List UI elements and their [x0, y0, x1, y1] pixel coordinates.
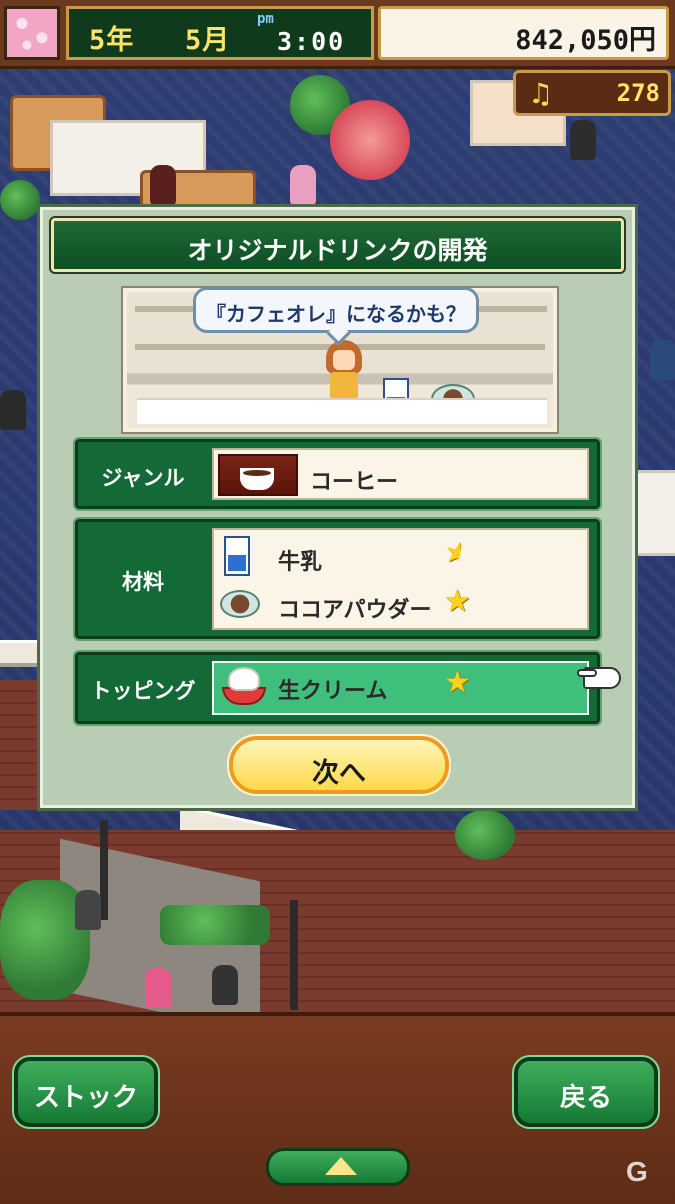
- year-label: 5年: [89, 25, 135, 56]
- potted-plant: [0, 180, 40, 220]
- money-display: 842,050円: [378, 6, 669, 60]
- ingredients-row[interactable]: 材料 牛乳 ★ ココアパウダー ★: [73, 517, 602, 641]
- cocoa-powder-icon: [220, 590, 260, 618]
- stock-button-label: ストック: [33, 1083, 138, 1113]
- ingredient-name: 牛乳: [278, 550, 323, 575]
- cafe-table: [635, 470, 675, 556]
- speech-text: 『カフェオレ』になるかも？: [206, 302, 466, 326]
- npc-pedestrian: [145, 968, 171, 1008]
- genre-row[interactable]: ジャンル コーヒー: [73, 437, 602, 511]
- pointing-hand-icon: [577, 659, 625, 695]
- cafe-emblem-icon[interactable]: [4, 6, 60, 60]
- next-button[interactable]: 次へ: [227, 734, 451, 796]
- dialog-title: オリジナルドリンクの開発: [187, 236, 488, 265]
- notes-value: 278: [616, 79, 660, 107]
- street-lamp: [290, 900, 298, 1010]
- notes-counter: ♫ 278: [513, 70, 671, 116]
- genre-panel[interactable]: コーヒー: [212, 448, 589, 500]
- npc-customer: [650, 340, 675, 380]
- npc-customer: [570, 120, 596, 160]
- brick-wall: [0, 680, 40, 810]
- kitchen-counter: [137, 398, 547, 424]
- half-star-icon: ★: [440, 533, 475, 574]
- whipped-cream-icon: [222, 667, 266, 705]
- potted-plant: [455, 810, 515, 860]
- expand-menu-button[interactable]: [266, 1148, 410, 1186]
- star-icon: ★: [444, 665, 471, 700]
- npc-customer: [0, 390, 26, 430]
- staff-character: [320, 340, 368, 400]
- npc-pedestrian: [212, 965, 238, 1005]
- street-lamp: [100, 820, 108, 920]
- ingredients-panel[interactable]: 牛乳 ★ ココアパウダー ★: [212, 528, 589, 630]
- genre-value: コーヒー: [310, 470, 399, 495]
- bottom-toolbar: ストック 戻る: [0, 1012, 675, 1204]
- ampm-label: pm: [257, 11, 274, 27]
- clock-time: 3:00: [277, 27, 346, 56]
- site-logo-icon: G: [626, 1156, 648, 1187]
- milk-carton-icon: [224, 536, 250, 576]
- ingredients-label: 材料: [122, 570, 164, 594]
- flower-bouquet: [330, 100, 410, 180]
- topping-value: 生クリーム: [278, 679, 388, 704]
- month-label: 5月: [185, 25, 231, 56]
- topping-row[interactable]: トッピング 生クリーム ★: [73, 650, 602, 726]
- ingredient-name: ココアパウダー: [278, 598, 432, 623]
- hedge-planter: [160, 905, 270, 945]
- coffee-cup-icon: [218, 454, 298, 496]
- back-button[interactable]: 戻る: [512, 1055, 660, 1129]
- status-bar: 5年 5月 pm 3:00 842,050円: [0, 0, 675, 69]
- npc-customer: [290, 165, 316, 205]
- topping-label: トッピング: [90, 679, 196, 703]
- chevron-up-icon: [325, 1157, 357, 1175]
- stock-button[interactable]: ストック: [12, 1055, 160, 1129]
- dialog-title-bar: オリジナルドリンクの開発: [49, 216, 626, 274]
- back-button-label: 戻る: [559, 1083, 612, 1113]
- next-button-label: 次へ: [312, 758, 366, 789]
- drink-development-dialog: オリジナルドリンクの開発 『カフェオレ』になるかも？ ジャンル コーヒー 材料 …: [37, 204, 638, 811]
- genre-label: ジャンル: [101, 466, 185, 490]
- star-icon: ★: [444, 584, 471, 619]
- npc-pedestrian: [75, 890, 101, 930]
- money-value: 842,050円: [515, 25, 656, 56]
- topping-panel[interactable]: 生クリーム ★: [212, 661, 589, 715]
- npc-customer: [150, 165, 176, 205]
- wall-ledge: [0, 640, 40, 667]
- speech-bubble: 『カフェオレ』になるかも？: [193, 287, 479, 333]
- calendar-display: 5年 5月 pm 3:00: [66, 6, 374, 60]
- music-note-icon: ♫: [528, 77, 554, 110]
